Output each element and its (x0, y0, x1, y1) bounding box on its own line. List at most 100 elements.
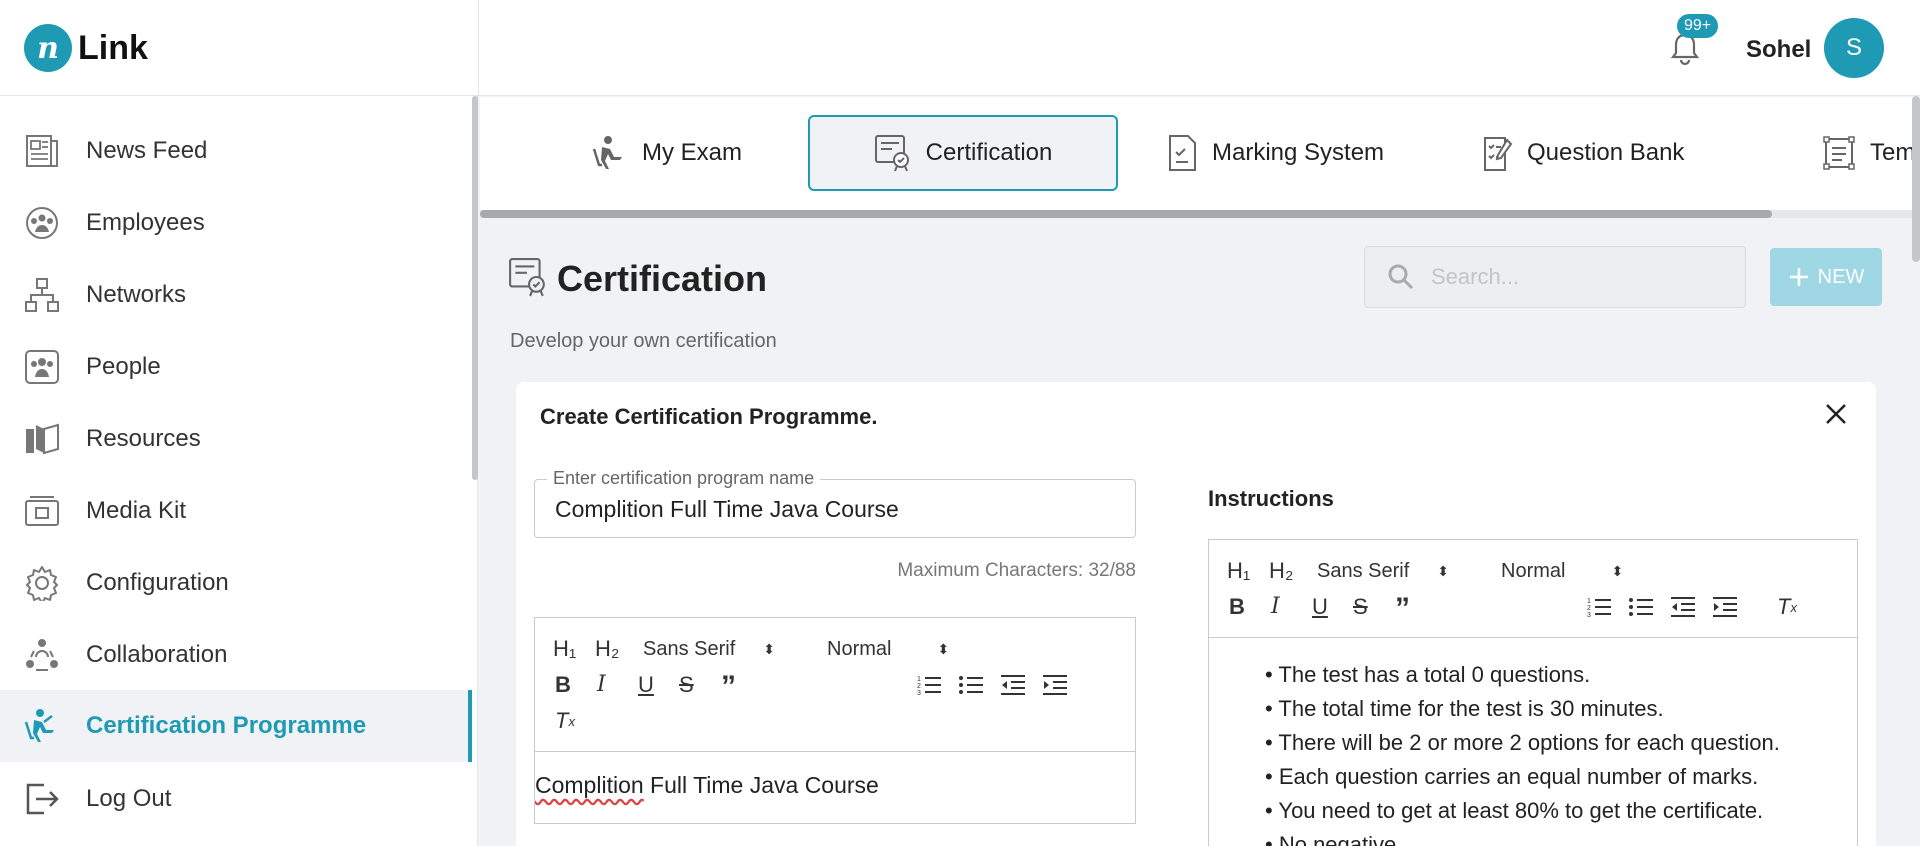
sidebar-item-certification-programme[interactable]: Certification Programme (0, 690, 472, 762)
list-item: • The test has a total 0 questions. (1265, 662, 1591, 687)
sidebar-item-label: Collaboration (86, 641, 228, 668)
tab-label: Marking System (1212, 139, 1385, 166)
question-bank-icon (1481, 134, 1513, 172)
sidebar-item-media-kit[interactable]: Media Kit (0, 481, 472, 541)
indent-icon[interactable] (1043, 674, 1067, 696)
instructions-title: Instructions (1208, 486, 1334, 511)
instructions-toolbar: H₁ H₂ Sans Serif ⬍ Normal ⬍ B I U S ” 123 … (1209, 540, 1857, 638)
card-title: Create Certification Programme. (540, 404, 878, 429)
ordered-list-icon[interactable]: 123 (1587, 596, 1611, 618)
avatar[interactable]: S (1824, 18, 1884, 78)
sidebar-item-people[interactable]: People (0, 337, 472, 397)
sidebar-item-log-out[interactable]: Log Out (0, 769, 472, 829)
font-select-value: Sans Serif (1317, 560, 1410, 582)
instructions-list[interactable]: • The test has a total 0 questions. • Th… (1209, 638, 1857, 846)
sidebar-item-resources[interactable]: Resources (0, 409, 472, 469)
sidebar-item-news-feed[interactable]: News Feed (0, 121, 472, 181)
create-certification-card: Create Certification Programme. Enter ce… (516, 382, 1876, 846)
editor-toolbar: H₁ H₂ Sans Serif ⬍ Normal ⬍ B I U S ” 123 … (535, 618, 1135, 752)
heading1-button[interactable]: H₁ (1227, 558, 1250, 584)
list-item: • You need to get at least 80% to get th… (1265, 798, 1764, 823)
heading2-button[interactable]: H₂ (595, 636, 619, 662)
exam-person-icon (24, 708, 60, 744)
user-name[interactable]: Sohel (1746, 36, 1811, 64)
bold-icon[interactable]: B (555, 672, 571, 698)
italic-icon[interactable]: I (1271, 594, 1280, 619)
brand-logo[interactable]: n Link (24, 24, 148, 72)
search-box[interactable] (1364, 246, 1746, 308)
sidebar-item-employees[interactable]: Employees (0, 193, 472, 253)
sidebar-item-label: Log Out (86, 785, 172, 812)
tab-question-bank[interactable]: Question Bank (1465, 115, 1700, 191)
indent-icon[interactable] (1713, 596, 1737, 618)
heading2-button[interactable]: H₂ (1269, 558, 1293, 584)
strikethrough-icon[interactable]: S (679, 672, 694, 698)
blockquote-icon[interactable]: ” (1395, 592, 1410, 626)
bullet-list-icon[interactable] (959, 674, 983, 696)
svg-text:1: 1 (917, 676, 921, 683)
new-button[interactable]: NEW (1770, 248, 1882, 306)
program-name-label: Enter certification program name (547, 468, 821, 489)
italic-icon[interactable]: I (597, 672, 606, 697)
program-name-field[interactable]: Enter certification program name Complit… (534, 468, 1136, 538)
tab-my-exam[interactable]: My Exam (576, 115, 758, 191)
sidebar-item-label: Networks (86, 281, 187, 308)
sidebar-scrollbar[interactable] (472, 96, 478, 480)
instructions-editor: H₁ H₂ Sans Serif ⬍ Normal ⬍ B I U S ” 123 … (1208, 539, 1858, 846)
notification-badge[interactable]: 99+ (1677, 14, 1719, 38)
tab-label: Question Bank (1527, 139, 1685, 166)
select-arrows-icon: ⬍ (937, 641, 950, 657)
tab-certification[interactable]: Certification (808, 115, 1118, 191)
size-select-value: Normal (827, 638, 892, 660)
underline-icon[interactable]: U (1312, 594, 1328, 620)
page-scrollbar[interactable] (1912, 96, 1920, 262)
tab-bar: My Exam Certification Marking System Que… (480, 97, 1920, 212)
strikethrough-icon[interactable]: S (1353, 594, 1368, 620)
network-icon (24, 277, 60, 313)
ordered-list-icon[interactable]: 123 (917, 674, 941, 696)
tab-scroll-thumb[interactable] (480, 210, 1772, 218)
description-editor-body[interactable]: Complition Full Time Java Course (535, 752, 1135, 799)
select-arrows-icon: ⬍ (1611, 563, 1624, 579)
outdent-icon[interactable] (1671, 596, 1695, 618)
program-name-value[interactable]: Complition Full Time Java Course (555, 496, 899, 523)
media-kit-icon (24, 493, 60, 529)
font-select[interactable]: Sans Serif ⬍ (1317, 560, 1449, 583)
book-icon (24, 421, 60, 457)
tab-marking-system[interactable]: Marking System (1150, 115, 1400, 191)
logout-icon (24, 781, 60, 817)
font-select[interactable]: Sans Serif ⬍ (643, 638, 775, 661)
exam-person-icon (592, 134, 628, 172)
search-input[interactable] (1431, 264, 1711, 290)
sidebar-item-configuration[interactable]: Configuration (0, 553, 472, 613)
description-editor: H₁ H₂ Sans Serif ⬍ Normal ⬍ B I U S ” 123 … (534, 617, 1136, 824)
sidebar-item-label: People (86, 353, 161, 380)
svg-text:1: 1 (1587, 598, 1591, 605)
bold-icon[interactable]: B (1229, 594, 1245, 620)
search-icon (1387, 263, 1415, 291)
bullet-list-icon[interactable] (1629, 596, 1653, 618)
blockquote-icon[interactable]: ” (721, 670, 736, 704)
sidebar-item-label: Resources (86, 425, 201, 452)
sidebar: News Feed Employees Networks People Reso… (0, 96, 478, 846)
clear-format-icon[interactable]: Tx (1777, 594, 1797, 620)
new-button-label: NEW (1817, 265, 1865, 288)
close-icon[interactable] (1824, 402, 1848, 426)
clear-format-icon[interactable]: Tx (555, 708, 575, 734)
divider (478, 0, 479, 96)
underline-icon[interactable]: U (638, 672, 654, 698)
size-select[interactable]: Normal ⬍ (827, 638, 949, 661)
sidebar-item-networks[interactable]: Networks (0, 265, 472, 325)
sidebar-item-collaboration[interactable]: Collaboration (0, 625, 472, 685)
tab-templates[interactable]: Temp (1806, 115, 1920, 191)
size-select[interactable]: Normal ⬍ (1501, 560, 1623, 583)
page-title: Certification (557, 258, 768, 299)
template-icon (1822, 135, 1856, 171)
certificate-icon (508, 256, 548, 298)
sidebar-item-label: Certification Programme (86, 712, 367, 739)
heading1-button[interactable]: H₁ (553, 636, 576, 662)
outdent-icon[interactable] (1001, 674, 1025, 696)
brand-mark-icon: n (24, 24, 72, 72)
svg-text:2: 2 (917, 683, 921, 690)
tab-label: Certification (925, 139, 1053, 166)
